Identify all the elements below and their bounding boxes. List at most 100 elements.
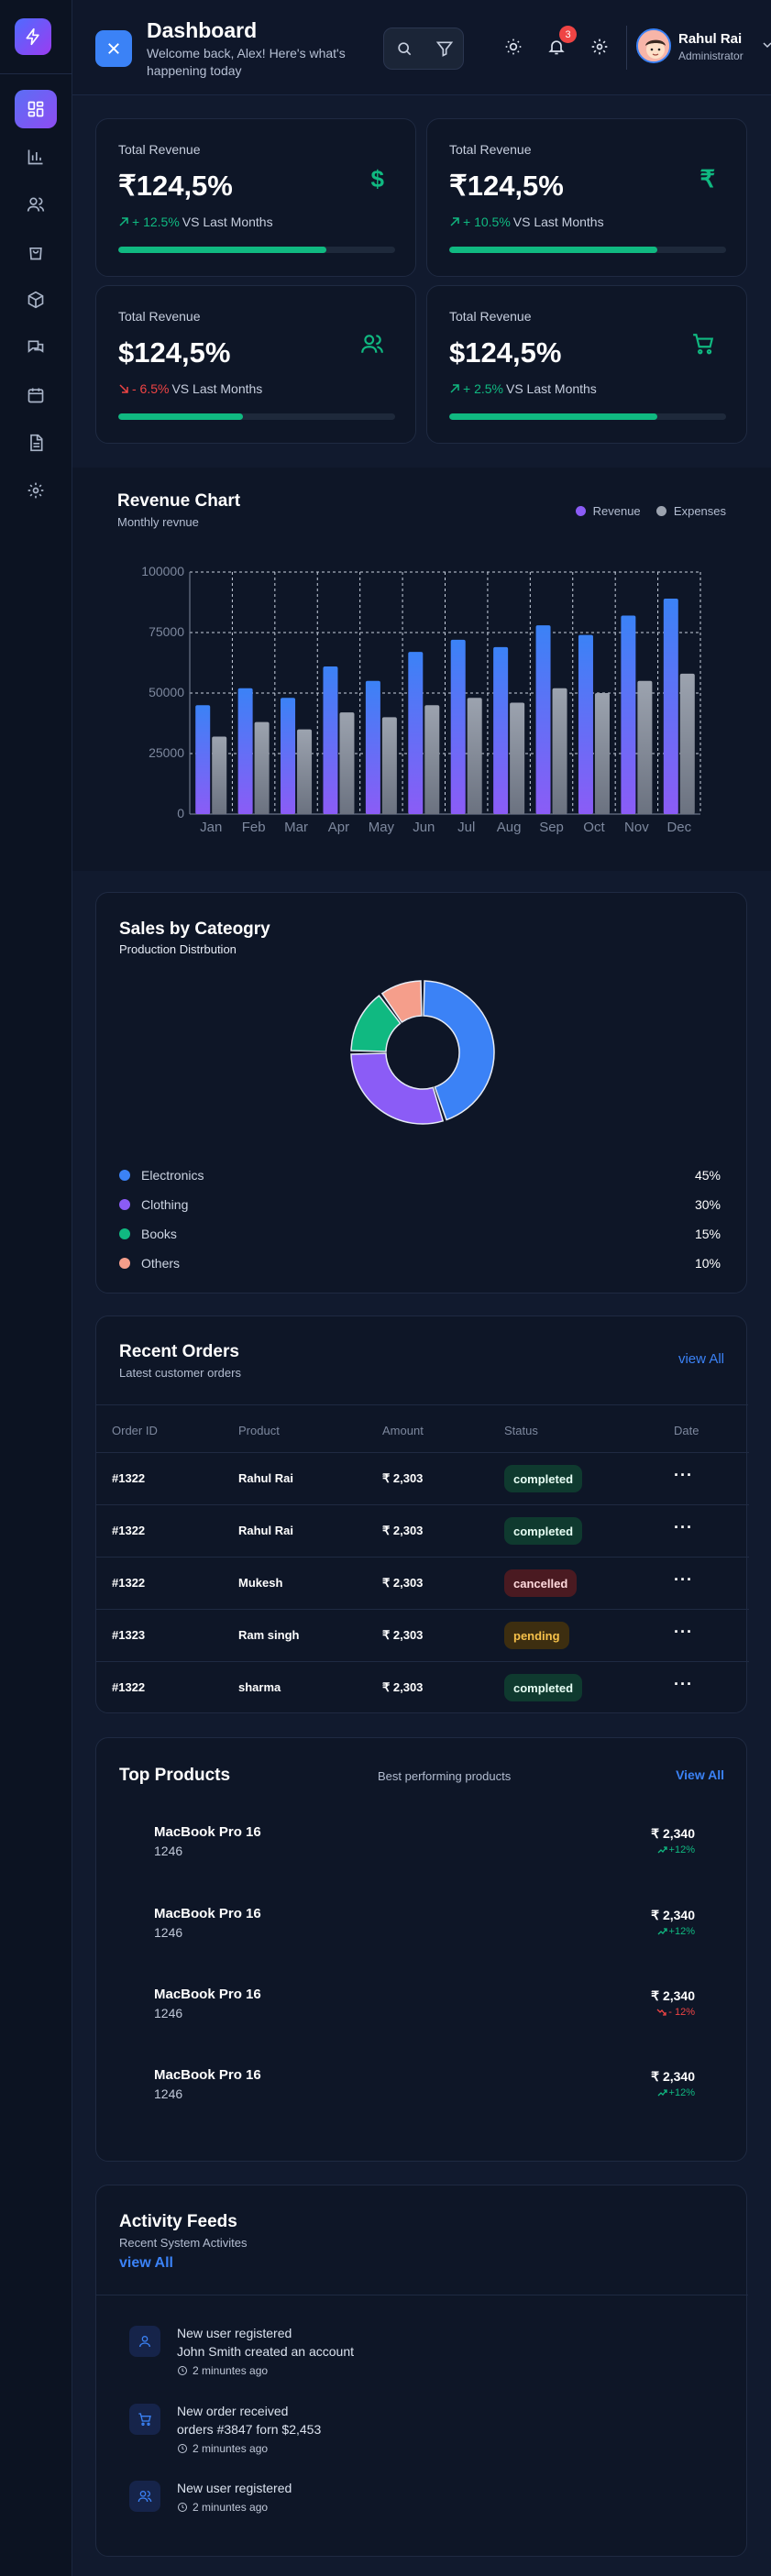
row-actions-menu[interactable]: ··· bbox=[674, 1623, 693, 1642]
sidebar-item-documents[interactable] bbox=[15, 424, 57, 462]
table-row[interactable]: #1322 sharma ₹ 2,303 completed ··· bbox=[96, 1661, 749, 1713]
order-product: Rahul Rai bbox=[238, 1524, 293, 1537]
product-name: MacBook Pro 16 bbox=[154, 1906, 261, 1921]
expenses-bar bbox=[254, 721, 270, 814]
revenue-bar bbox=[195, 705, 211, 814]
activity-item[interactable]: New user registered 2 minuntes ago bbox=[129, 2481, 679, 2526]
table-row[interactable]: #1322 Rahul Rai ₹ 2,303 completed ··· bbox=[96, 1452, 749, 1504]
page-title: Dashboard bbox=[147, 18, 258, 42]
legend-item: Others 10% bbox=[119, 1254, 721, 1272]
legend-label: Clothing bbox=[141, 1197, 189, 1212]
sidebar-item-messages[interactable] bbox=[15, 328, 57, 367]
y-tick-label: 75000 bbox=[149, 624, 184, 639]
sidebar-item-users[interactable] bbox=[15, 185, 57, 224]
logo-bolt-icon[interactable] bbox=[15, 18, 51, 55]
column-header: Product bbox=[238, 1424, 280, 1437]
x-tick-label: Apr bbox=[328, 820, 349, 835]
product-item[interactable]: MacBook Pro 16 1246 ₹ 2,340 - 12% bbox=[154, 1987, 695, 2032]
sidebar-item-analytics[interactable] bbox=[15, 138, 57, 176]
calendar-icon bbox=[28, 388, 44, 403]
product-change: +12% bbox=[657, 1844, 695, 1855]
stat-value: $124,5% bbox=[118, 336, 231, 369]
products-view-all-link[interactable]: View All bbox=[676, 1767, 724, 1782]
order-amount: ₹ 2,303 bbox=[382, 1524, 424, 1537]
activity-title: New user registered bbox=[177, 2481, 292, 2495]
order-id: #1322 bbox=[112, 1680, 146, 1694]
order-amount: ₹ 2,303 bbox=[382, 1576, 424, 1590]
product-change: +12% bbox=[657, 1926, 695, 1937]
product-item[interactable]: MacBook Pro 16 1246 ₹ 2,340 +12% bbox=[154, 1824, 695, 1870]
row-actions-menu[interactable]: ··· bbox=[674, 1466, 693, 1485]
clock-icon bbox=[178, 2366, 187, 2375]
legend-swatch bbox=[119, 1258, 130, 1269]
row-actions-menu[interactable]: ··· bbox=[674, 1518, 693, 1537]
search-icon[interactable] bbox=[395, 39, 413, 58]
close-sidebar-button[interactable] bbox=[95, 30, 132, 67]
revenue-bar bbox=[450, 639, 466, 814]
filter-icon[interactable] bbox=[435, 39, 454, 58]
product-price: ₹ 2,340 bbox=[651, 1988, 695, 2003]
page-subtitle: Welcome back, Alex! Here's what's happen… bbox=[147, 46, 346, 78]
stat-compare: VS Last Months bbox=[512, 215, 604, 229]
clock-icon bbox=[178, 2444, 187, 2453]
legend-swatch bbox=[119, 1170, 130, 1181]
chevron-down-icon[interactable] bbox=[763, 40, 771, 50]
cart-icon bbox=[129, 2404, 160, 2435]
search-filter-group bbox=[383, 28, 464, 70]
users-icon bbox=[27, 197, 45, 212]
trend-up-icon bbox=[657, 1846, 667, 1854]
sidebar-item-orders[interactable] bbox=[15, 233, 57, 271]
expenses-bar bbox=[679, 673, 695, 814]
orders-subtitle: Latest customer orders bbox=[119, 1366, 241, 1380]
activity-subtitle: Recent System Activites bbox=[119, 2236, 248, 2250]
trend-up-icon bbox=[657, 1928, 667, 1935]
orders-view-all-link[interactable]: view All bbox=[678, 1351, 724, 1367]
orders-title: Recent Orders bbox=[119, 1342, 239, 1361]
sidebar-item-dashboard[interactable] bbox=[15, 90, 57, 128]
table-row[interactable]: #1322 Rahul Rai ₹ 2,303 completed ··· bbox=[96, 1504, 749, 1557]
theme-toggle-button[interactable] bbox=[501, 35, 525, 59]
product-item[interactable]: MacBook Pro 16 1246 ₹ 2,340 +12% bbox=[154, 1906, 695, 1952]
expenses-bar bbox=[552, 688, 567, 814]
legend-label: Electronics bbox=[141, 1168, 204, 1183]
column-header: Amount bbox=[382, 1424, 424, 1437]
expenses-bar bbox=[467, 698, 482, 814]
row-actions-menu[interactable]: ··· bbox=[674, 1675, 693, 1694]
order-id: #1323 bbox=[112, 1628, 146, 1642]
activity-time: 2 minuntes ago bbox=[177, 2364, 268, 2377]
sidebar-item-settings[interactable] bbox=[15, 471, 57, 510]
activity-view-all-link[interactable]: view All bbox=[119, 2255, 173, 2272]
expenses-bar bbox=[637, 680, 653, 814]
recent-orders-panel: Recent Orders Latest customer orders vie… bbox=[95, 1316, 749, 1713]
activity-feed-panel: Activity Feeds Recent System Activites v… bbox=[95, 2185, 748, 2557]
activity-desc: John Smith created an account bbox=[177, 2344, 355, 2359]
expenses-bar bbox=[381, 717, 397, 814]
activity-item[interactable]: New order received orders #3847 forn $2,… bbox=[129, 2404, 679, 2468]
column-header: Order ID bbox=[112, 1424, 158, 1437]
stat-change-value: + 12.5% bbox=[132, 215, 180, 229]
messages-icon bbox=[28, 340, 44, 353]
table-row[interactable]: #1323 Ram singh ₹ 2,303 pending ··· bbox=[96, 1609, 749, 1661]
order-product: Mukesh bbox=[238, 1576, 283, 1590]
row-actions-menu[interactable]: ··· bbox=[674, 1570, 693, 1590]
activity-title: New order received bbox=[177, 2404, 289, 2418]
avatar[interactable] bbox=[636, 28, 671, 63]
x-tick-label: Aug bbox=[497, 820, 522, 835]
sidebar-item-products[interactable] bbox=[15, 281, 57, 319]
expenses-bar bbox=[297, 729, 313, 814]
user-name: Rahul Rai bbox=[678, 31, 743, 47]
legend-item: Clothing 30% bbox=[119, 1195, 721, 1214]
sidebar-item-calendar[interactable] bbox=[15, 376, 57, 414]
legend-item: Electronics 45% bbox=[119, 1166, 721, 1184]
progress-bar bbox=[449, 413, 726, 420]
activity-item[interactable]: New user registered John Smith created a… bbox=[129, 2326, 679, 2390]
order-amount: ₹ 2,303 bbox=[382, 1680, 424, 1694]
settings-button[interactable] bbox=[588, 35, 611, 59]
product-item[interactable]: MacBook Pro 16 1246 ₹ 2,340 +12% bbox=[154, 2067, 695, 2113]
activity-title: Activity Feeds bbox=[119, 2212, 237, 2231]
top-header: Dashboard Welcome back, Alex! Here's wha… bbox=[72, 0, 771, 95]
table-row[interactable]: #1322 Mukesh ₹ 2,303 cancelled ··· bbox=[96, 1557, 749, 1609]
revenue-bar bbox=[493, 646, 509, 814]
orders-table: Order ID Product Amount Status Date #132… bbox=[96, 1404, 749, 1713]
sales-category-panel: Sales by Cateogry Production Distrbution… bbox=[95, 892, 747, 1294]
